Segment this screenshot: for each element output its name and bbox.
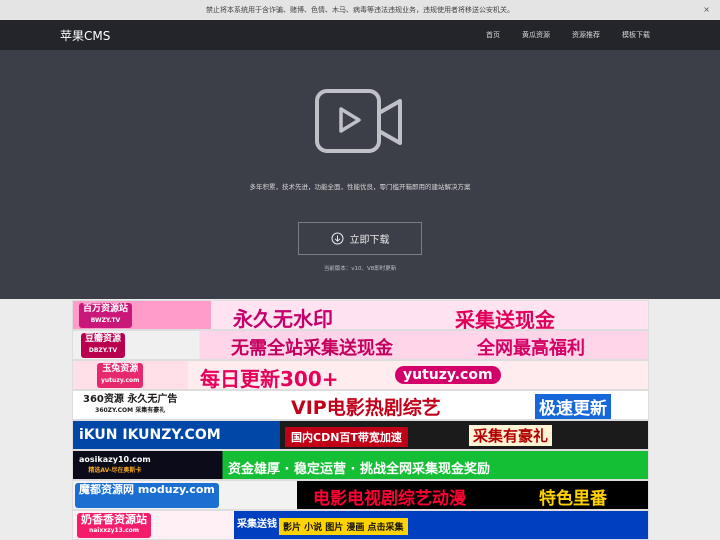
hero-section: 多年积累，技术先进，功能全面，性能优良，零门槛开箱即用的建站解决方案 立即下载 …	[0, 50, 720, 299]
banner-headline: 永久无水印	[233, 307, 333, 330]
warning-notice-bar: 禁止将本系统用于含诈骗、赌博、色情、木马、病毒等违法违规业务，违规使用者将移送公…	[0, 0, 720, 20]
banner-extra: 采集有豪礼	[469, 425, 553, 446]
hero-tagline: 多年积累，技术先进，功能全面，性能优良，零门槛开箱即用的建站解决方案	[249, 183, 471, 191]
banner-logo: 奶香香资源站 naixxzy13.com	[77, 513, 151, 538]
banner-extra: 采集送现金	[455, 308, 555, 330]
version-info: 当前版本：v10、V8即时更新	[323, 266, 397, 272]
banner-logo: 豆瓣资源 DBZY.TV	[81, 333, 126, 358]
banner-extra: 全网最高福利	[477, 338, 585, 359]
ad-banner[interactable]: aosikazy10.com 精选AV-尽在奥斯卡 资金雄厚 · 稳定运营 · 挑…	[72, 450, 649, 480]
ad-banner[interactable]: iKUN IKUNZY.COM 国内CDN百T带宽加速 采集有豪礼	[72, 420, 649, 450]
banner-logo: 百万资源站 BWZY.TV	[79, 303, 133, 328]
nav-item-home[interactable]: 首页	[486, 20, 500, 50]
banner-logo: iKUN IKUNZY.COM	[75, 423, 225, 448]
banner-logo: 玉兔资源 yutuzy.com	[97, 363, 144, 388]
ad-banner[interactable]: 奶香香资源站 naixxzy13.com 采集送钱 影片 小说 图片 漫画 点击采…	[72, 510, 649, 540]
banner-logo: aosikazy10.com 精选AV-尽在奥斯卡	[75, 453, 155, 478]
banner-headline: 电影电视剧综艺动漫	[313, 489, 466, 509]
ad-banner-list: 百万资源站 BWZY.TV 永久无水印 采集送现金 豆瓣资源 DBZY.TV 无需全…	[72, 300, 649, 540]
ad-banner[interactable]: 玉兔资源 yutuzy.com 每日更新300+ yutuzy.com	[72, 360, 649, 390]
warning-notice-text: 禁止将本系统用于含诈骗、赌博、色情、木马、病毒等违法违规业务，违规使用者将移送公…	[206, 6, 514, 14]
ad-banner[interactable]: 魔都资源网 moduzy.com 电影电视剧综艺动漫 特色里番	[72, 480, 649, 510]
banner-headline: VIP电影热剧综艺	[291, 397, 441, 419]
ad-banner[interactable]: 百万资源站 BWZY.TV 永久无水印 采集送现金	[72, 300, 649, 330]
banner-extra: 影片 小说 图片 漫画 点击采集	[279, 518, 408, 535]
download-button-label: 立即下载	[349, 235, 390, 246]
video-camera-icon	[315, 89, 402, 153]
banner-extra: yutuzy.com	[395, 366, 501, 384]
banner-logo: 魔都资源网 moduzy.com	[75, 483, 219, 508]
banner-headline: 国内CDN百T带宽加速	[285, 427, 408, 447]
nav-item-huanggua[interactable]: 黄瓜资源	[522, 20, 550, 50]
banner-headline: 采集送钱	[237, 519, 277, 530]
ad-banner[interactable]: 360资源 永久无广告 360ZY.COM 采集有豪礼 VIP电影热剧综艺 极速更…	[72, 390, 649, 420]
banner-headline: 每日更新300+	[200, 367, 339, 390]
download-button[interactable]: 立即下载	[298, 222, 422, 255]
banner-extra: 极速更新	[535, 394, 611, 419]
nav-item-templates[interactable]: 模板下载	[622, 20, 650, 50]
brand-logo[interactable]: 苹果CMS	[60, 20, 110, 52]
banner-headline: 无需全站采集送现金	[231, 338, 393, 359]
close-icon[interactable]: ×	[703, 0, 710, 20]
top-navbar: 苹果CMS 首页 黄瓜资源 资源推荐 模板下载	[0, 20, 720, 50]
banner-extra: 特色里番	[539, 489, 607, 509]
nav-item-recommend[interactable]: 资源推荐	[572, 20, 600, 50]
download-icon	[331, 232, 343, 245]
banner-logo: 360资源 永久无广告 360ZY.COM 采集有豪礼	[79, 393, 182, 418]
banner-headline: 资金雄厚 · 稳定运营 · 挑战全网采集现金奖励	[228, 462, 490, 477]
ad-banner[interactable]: 豆瓣资源 DBZY.TV 无需全站采集送现金 全网最高福利	[72, 330, 649, 360]
nav-menu: 首页 黄瓜资源 资源推荐 模板下载	[464, 20, 650, 50]
